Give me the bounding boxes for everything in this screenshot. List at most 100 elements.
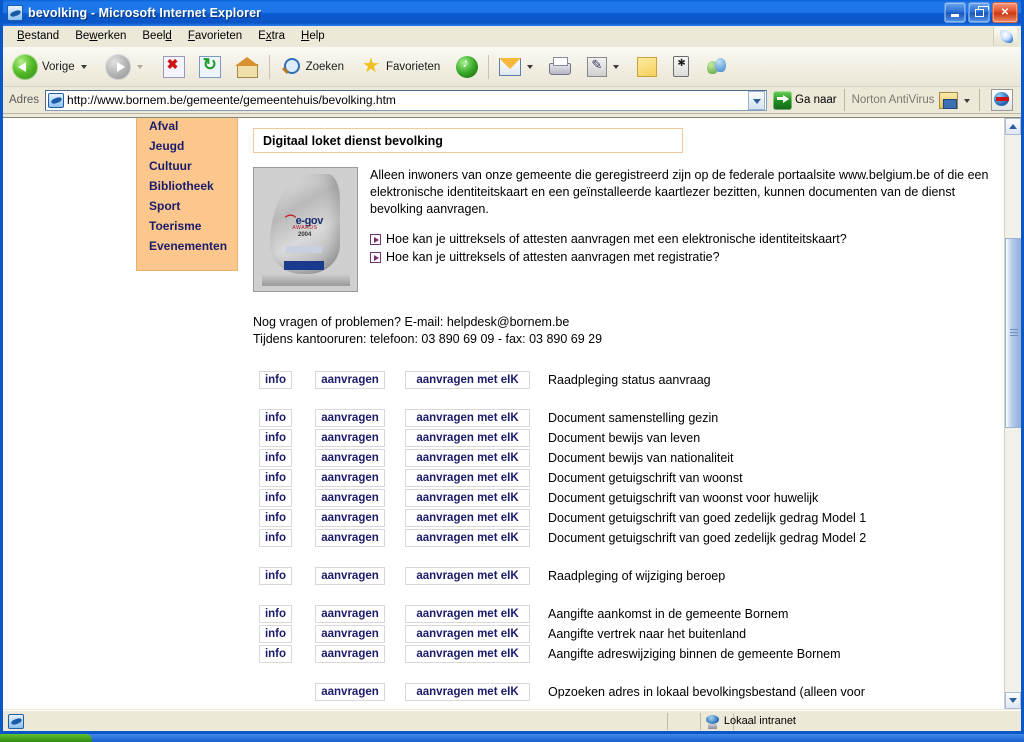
page-scrollbar[interactable] [1004,118,1021,709]
info-button[interactable]: info [259,489,292,507]
window-controls: ✕ [944,2,1018,23]
notes-button[interactable] [632,50,662,84]
faq-link-1[interactable]: Hoe kan je uittreksels of attesten aanvr… [386,231,847,248]
minimize-button[interactable] [944,2,966,23]
sidebar-item-jeugd[interactable]: Jeugd [137,136,237,156]
norton-chevron-icon[interactable] [963,96,972,105]
aanvragen-button[interactable]: aanvragen [315,409,385,427]
info-button[interactable]: info [259,429,292,447]
list-item[interactable]: Hoe kan je uittreksels of attesten aanvr… [370,231,993,248]
menu-bewerken[interactable]: Bewerken [67,28,134,44]
aanvragen-button[interactable]: aanvragen [315,429,385,447]
aanvragen-eid-button[interactable]: aanvragen met eIK [405,429,530,447]
menu-help[interactable]: Help [293,28,333,44]
status-page-icon [8,713,24,729]
edit-chevron-icon[interactable] [612,62,621,71]
aanvragen-eid-button[interactable]: aanvragen met eIK [405,625,530,643]
forward-history-chevron-icon[interactable] [136,62,145,71]
scroll-up-button[interactable] [1005,118,1021,135]
sidebar-item-toerisme[interactable]: Toerisme [137,216,237,236]
menu-bestand[interactable]: BBestandestand [9,28,67,44]
edit-button[interactable] [582,50,626,84]
card-button[interactable] [668,50,694,84]
back-history-chevron-icon[interactable] [80,62,89,71]
media-button[interactable] [451,50,483,84]
table-row: info aanvragen aanvragen met eIK Raadplegin… [253,566,993,586]
menu-favorieten[interactable]: Favorieten [180,28,250,44]
sidebar-item-afval[interactable]: Afval [137,118,237,136]
address-input[interactable]: http://www.bornem.be/gemeente/gemeentehu… [45,89,768,111]
mail-button[interactable] [494,50,540,84]
sidebar-item-sport[interactable]: Sport [137,196,237,216]
aanvragen-eid-button[interactable]: aanvragen met eIK [405,371,530,389]
aanvragen-button[interactable]: aanvragen [315,625,385,643]
aanvragen-eid-button[interactable]: aanvragen met eIK [405,683,530,701]
messenger-button[interactable] [700,50,734,84]
aanvragen-eid-button[interactable]: aanvragen met eIK [405,567,530,585]
info-button[interactable]: info [259,645,292,663]
browser-window: bevolking - Microsoft Internet Explorer … [0,0,1024,734]
row-label: Raadpleging status aanvraag [548,373,711,387]
menu-extra[interactable]: Extra [250,28,293,44]
sidebar-item-cultuur[interactable]: Cultuur [137,156,237,176]
restore-button[interactable] [968,2,990,23]
aanvragen-button[interactable]: aanvragen [315,605,385,623]
pdf-toolbar-icon[interactable] [990,89,1013,111]
toolbar: Vorige Zoeken ★ Favorieten [3,47,1021,87]
info-button[interactable]: info [259,371,292,389]
norton-antivirus-button[interactable]: Norton AntiVirus [852,91,972,109]
aanvragen-button[interactable]: aanvragen [315,489,385,507]
aanvragen-button[interactable]: aanvragen [315,509,385,527]
close-button[interactable]: ✕ [992,2,1018,23]
arrow-bullet-icon [370,234,381,245]
aanvragen-eid-button[interactable]: aanvragen met eIK [405,449,530,467]
aanvragen-eid-button[interactable]: aanvragen met eIK [405,469,530,487]
aanvragen-eid-button[interactable]: aanvragen met eIK [405,529,530,547]
star-icon: ★ [362,54,380,77]
aanvragen-eid-button[interactable]: aanvragen met eIK [405,489,530,507]
aanvragen-button[interactable]: aanvragen [315,683,385,701]
mail-icon [499,57,522,76]
sidebar-item-bibliotheek[interactable]: Bibliotheek [137,176,237,196]
aanvragen-button[interactable]: aanvragen [315,529,385,547]
info-button[interactable]: info [259,605,292,623]
favorites-button[interactable]: ★ Favorieten [355,50,445,84]
search-button[interactable]: Zoeken [275,50,349,84]
egov-year-text: 2004 [298,232,312,238]
sidebar-item-evenementen[interactable]: Evenementen [137,236,237,256]
aanvragen-button[interactable]: aanvragen [315,449,385,467]
info-button[interactable]: info [259,529,292,547]
info-button[interactable]: info [259,409,292,427]
back-button[interactable]: Vorige [7,50,94,84]
contact-line-2: Tijdens kantooruren: telefoon: 03 890 69… [253,332,603,346]
aanvragen-button[interactable]: aanvragen [315,645,385,663]
address-url-text: http://www.bornem.be/gemeente/gemeentehu… [67,93,396,107]
scroll-down-button[interactable] [1005,692,1021,709]
list-item[interactable]: Hoe kan je uittreksels of attesten aanvr… [370,249,993,266]
forward-button[interactable] [100,50,150,84]
info-button[interactable]: info [259,509,292,527]
scrollbar-thumb[interactable] [1005,238,1021,428]
menu-beeld[interactable]: Beeld [134,28,179,44]
info-button[interactable]: info [259,449,292,467]
go-button[interactable]: Ga naar [773,90,837,110]
aanvragen-eid-button[interactable]: aanvragen met eIK [405,605,530,623]
stop-button[interactable] [158,50,190,84]
aanvragen-eid-button[interactable]: aanvragen met eIK [405,509,530,527]
start-button[interactable] [0,734,92,742]
aanvragen-button[interactable]: aanvragen [315,469,385,487]
aanvragen-eid-button[interactable]: aanvragen met eIK [405,409,530,427]
row-label: Opzoeken adres in lokaal bevolkingsbesta… [548,685,865,699]
address-dropdown-icon[interactable] [748,90,766,110]
faq-link-2[interactable]: Hoe kan je uittreksels of attesten aanvr… [386,249,720,266]
aanvragen-button[interactable]: aanvragen [315,567,385,585]
print-button[interactable] [542,50,576,84]
aanvragen-eid-button[interactable]: aanvragen met eIK [405,645,530,663]
refresh-button[interactable] [194,50,226,84]
mail-chevron-icon[interactable] [526,62,535,71]
info-button[interactable]: info [259,625,292,643]
aanvragen-button[interactable]: aanvragen [315,371,385,389]
info-button[interactable]: info [259,469,292,487]
home-button[interactable] [230,50,264,84]
info-button[interactable]: info [259,567,292,585]
